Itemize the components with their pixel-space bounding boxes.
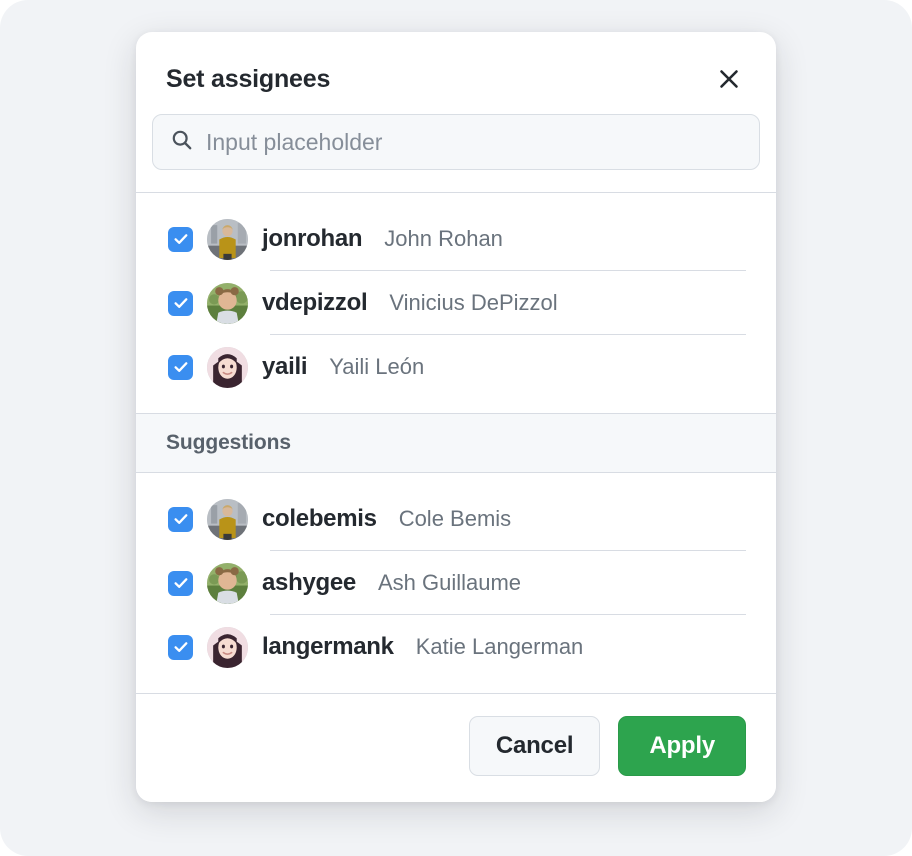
assignee-login: vdepizzol	[262, 289, 368, 316]
assignee-checkbox[interactable]	[168, 506, 193, 532]
assignee-checkbox[interactable]	[168, 354, 193, 380]
set-assignees-dialog: Set assignees Input placeholder jonrohan…	[136, 32, 776, 802]
avatar	[207, 562, 248, 604]
assignee-login: jonrohan	[262, 225, 363, 252]
cancel-button[interactable]: Cancel	[468, 716, 601, 776]
close-dialog-button[interactable]	[712, 62, 746, 96]
list-item[interactable]: jonrohan John Rohan	[136, 207, 776, 271]
avatar	[207, 498, 248, 540]
page-backdrop: Set assignees Input placeholder jonrohan…	[0, 0, 912, 856]
suggestions-section-header: Suggestions	[136, 413, 776, 473]
list-item[interactable]: langermank Katie Langerman	[136, 615, 776, 679]
search-input[interactable]	[206, 128, 741, 156]
selected-assignees-list: jonrohan John Rohan vdepizzol Vinicius D…	[136, 193, 776, 413]
search-icon	[171, 129, 193, 156]
assignee-fullname: Vinicius DePizzol	[389, 290, 558, 315]
dialog-footer: Cancel Apply	[136, 693, 776, 802]
suggestions-label: Suggestions	[166, 431, 291, 454]
assignee-fullname: Cole Bemis	[398, 506, 512, 531]
dialog-title: Set assignees	[166, 65, 331, 93]
assignee-checkbox[interactable]	[168, 226, 193, 252]
close-icon	[718, 68, 740, 90]
avatar	[207, 346, 248, 388]
assignee-login: yaili	[262, 353, 308, 380]
assignee-fullname: John Rohan	[384, 226, 503, 251]
dialog-header: Set assignees	[136, 32, 776, 104]
search-box[interactable]	[152, 114, 760, 170]
avatar	[207, 626, 248, 668]
assignee-fullname: Ash Guillaume	[377, 570, 522, 595]
assignee-login: colebemis	[262, 505, 377, 532]
list-item[interactable]: vdepizzol Vinicius DePizzol	[136, 271, 776, 335]
assignee-login: ashygee	[262, 569, 356, 596]
assignee-checkbox[interactable]	[168, 570, 193, 596]
list-item[interactable]: colebemis Cole Bemis	[136, 487, 776, 551]
assignee-fullname: Yaili León	[329, 354, 425, 379]
avatar	[207, 218, 248, 260]
suggestions-list: colebemis Cole Bemis ashygee Ash Guillau…	[136, 473, 776, 693]
list-item[interactable]: ashygee Ash Guillaume	[136, 551, 776, 615]
avatar	[207, 282, 248, 324]
apply-button[interactable]: Apply	[618, 716, 746, 776]
assignee-checkbox[interactable]	[168, 290, 193, 316]
list-item[interactable]: yaili Yaili León	[136, 335, 776, 399]
search-area	[136, 104, 776, 192]
assignee-fullname: Katie Langerman	[415, 634, 584, 659]
assignee-login: langermank	[262, 633, 394, 660]
assignee-checkbox[interactable]	[168, 634, 193, 660]
